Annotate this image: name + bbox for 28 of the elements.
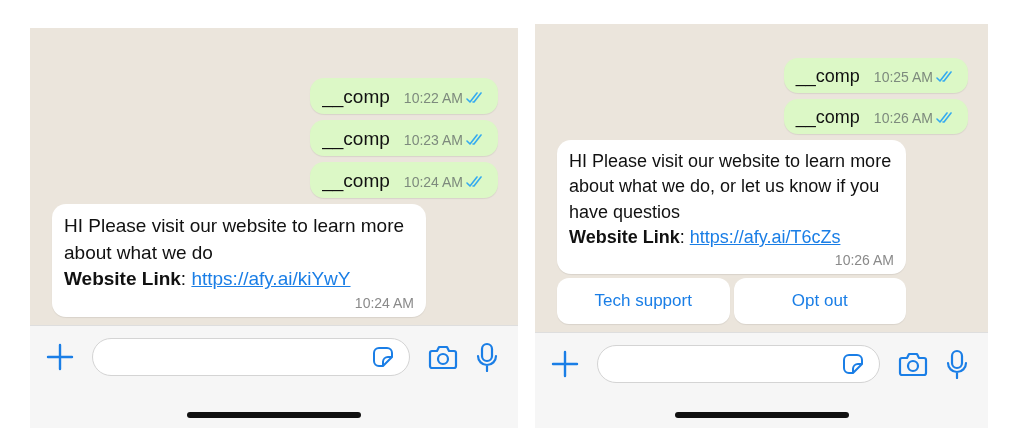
microphone-icon[interactable] — [946, 349, 968, 379]
message-text: __comp — [322, 128, 390, 151]
plus-icon[interactable] — [551, 350, 579, 378]
message-input-field[interactable] — [597, 345, 880, 383]
message-time: 10:25 AM — [873, 69, 933, 86]
message-time: 10:26 AM — [834, 252, 894, 268]
message-text: __comp — [795, 107, 860, 129]
message-time: 10:24 AM — [354, 295, 414, 311]
microphone-icon[interactable] — [476, 342, 498, 372]
message-time: 10:26 AM — [873, 110, 933, 127]
website-link[interactable]: https://afy.ai/T6cZs — [689, 226, 841, 247]
message-time: 10:24 AM — [403, 174, 463, 191]
message-text: HI Please visit our website to learn more about what we do, or let us know if you have questios Website Link: https://afy.ai/T6cZs — [569, 150, 893, 249]
sticker-icon[interactable] — [841, 352, 865, 376]
message-text: HI Please visit our website to learn more about what we do Website Link: https://afy.ai/kiYwY — [64, 214, 406, 292]
message-text: __comp — [322, 86, 390, 109]
quick-reply-button[interactable]: Tech support — [557, 278, 730, 324]
message-text: __comp — [322, 170, 390, 193]
message-time: 10:23 AM — [403, 132, 463, 149]
message-text: __comp — [795, 66, 860, 88]
camera-icon[interactable] — [428, 344, 458, 370]
quick-reply-button[interactable]: Opt out — [733, 278, 906, 324]
website-link[interactable]: https://afy.ai/kiYwY — [191, 268, 351, 290]
camera-icon[interactable] — [898, 351, 928, 377]
plus-icon[interactable] — [46, 343, 74, 371]
message-time: 10:22 AM — [403, 90, 463, 107]
message-input-field[interactable] — [92, 338, 410, 376]
sticker-icon[interactable] — [371, 345, 395, 369]
